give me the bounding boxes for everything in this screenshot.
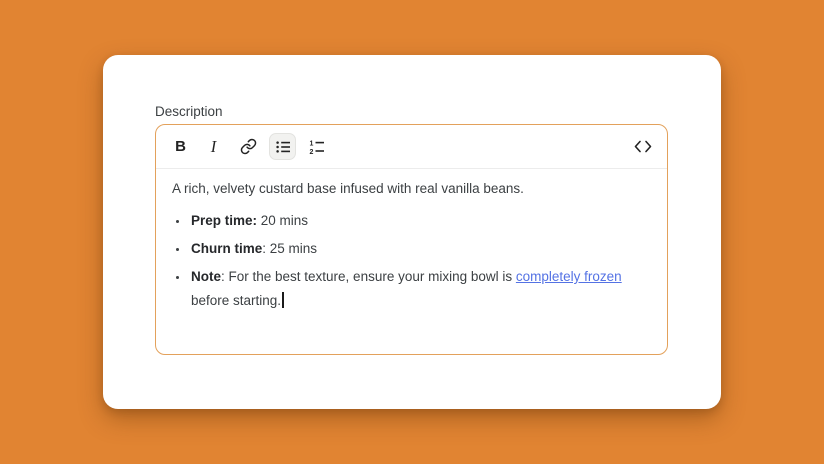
editor-content-area[interactable]: A rich, velvety custard base infused wit…: [156, 169, 667, 354]
churn-time-value: : 25 mins: [262, 241, 318, 256]
text-caret: [282, 292, 284, 308]
chain-link-icon: [240, 138, 257, 155]
svg-text:1: 1: [309, 140, 313, 147]
form-card: Description B I 1 2 A rich, velvety cust…: [103, 55, 721, 409]
link-button[interactable]: [235, 133, 262, 160]
code-view-button[interactable]: [629, 133, 656, 160]
list-item-churn-time: Churn time: 25 mins: [189, 237, 652, 261]
italic-icon: I: [210, 136, 217, 156]
list-item-note: Note: For the best texture, ensure your …: [189, 265, 652, 313]
bulleted-list-icon: [275, 139, 291, 155]
italic-button[interactable]: I: [201, 133, 228, 160]
note-text-before-link: : For the best texture, ensure your mixi…: [221, 269, 516, 284]
numbered-list-icon: 1 2: [309, 139, 325, 155]
description-field-label: Description: [155, 104, 223, 119]
completely-frozen-link[interactable]: completely frozen: [516, 269, 622, 284]
note-label: Note: [191, 269, 221, 284]
bold-icon: B: [175, 138, 186, 155]
svg-text:2: 2: [309, 149, 313, 155]
intro-paragraph: A rich, velvety custard base infused wit…: [172, 181, 524, 196]
prep-time-value: 20 mins: [257, 213, 309, 228]
rich-text-editor[interactable]: B I 1 2 A rich, velvety custard base inf…: [155, 124, 668, 355]
detail-list: Prep time: 20 mins Churn time: 25 mins N…: [172, 209, 652, 313]
prep-time-label: Prep time:: [191, 213, 258, 228]
note-text-after-link: before starting.: [191, 293, 282, 308]
bullet-list-button[interactable]: [269, 133, 296, 160]
numbered-list-button[interactable]: 1 2: [303, 133, 330, 160]
angle-brackets-icon: [634, 140, 652, 153]
churn-time-label: Churn time: [191, 241, 263, 256]
list-item-prep-time: Prep time: 20 mins: [189, 209, 652, 233]
bold-button[interactable]: B: [167, 133, 194, 160]
editor-toolbar: B I 1 2: [156, 125, 667, 169]
